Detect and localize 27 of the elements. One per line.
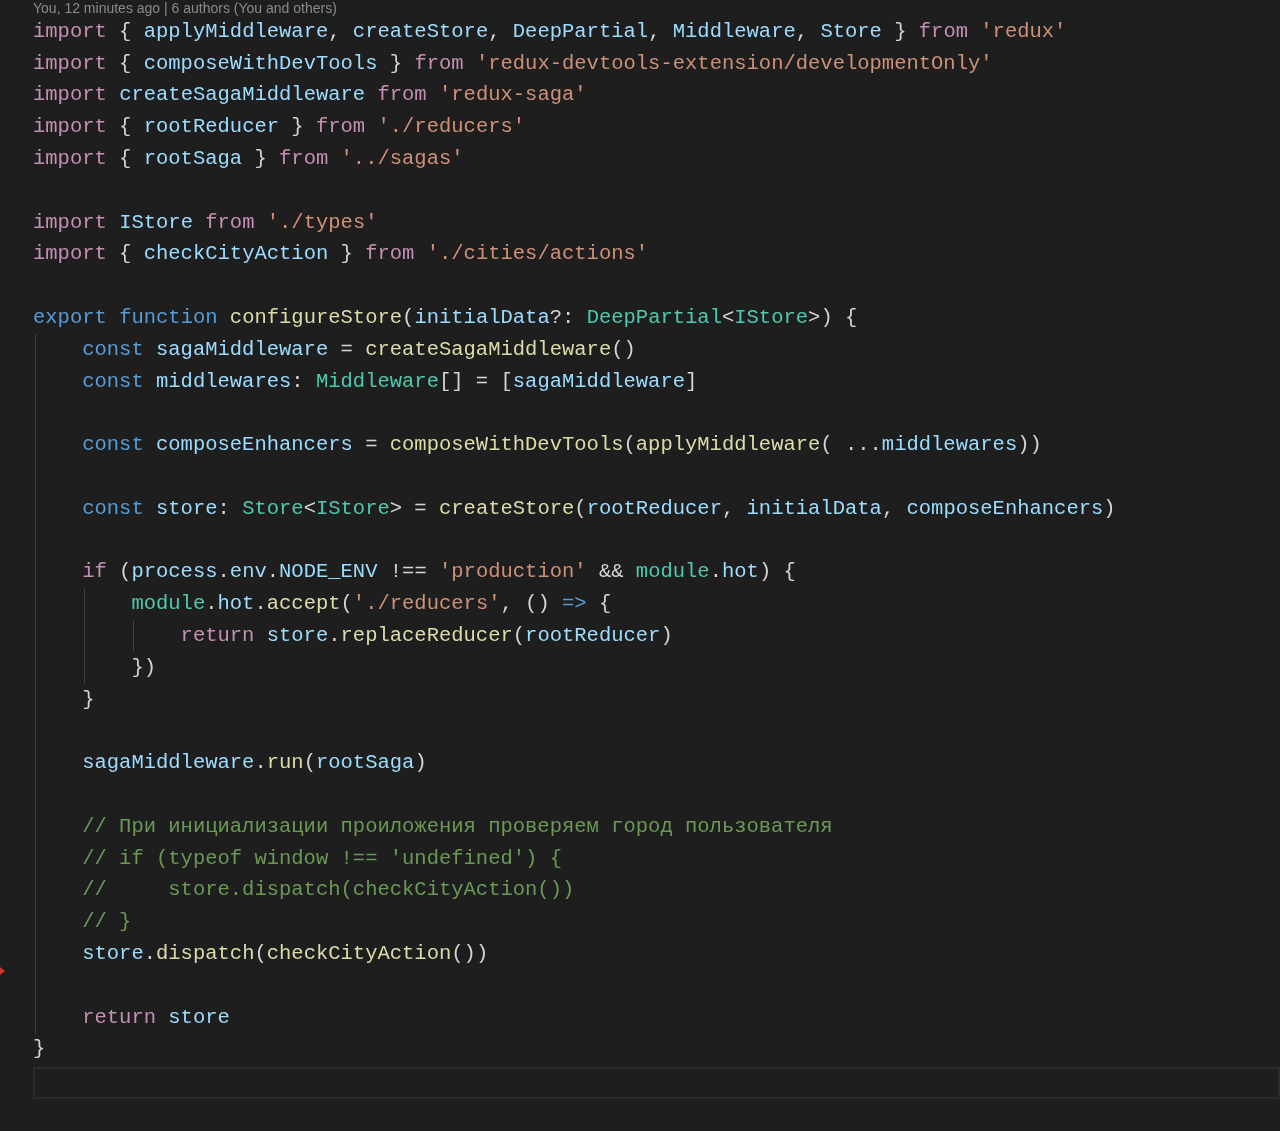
code-line: const composeEnhancers = composeWithDevTools(applyMiddleware( ...middlewares)) xyxy=(82,432,1042,459)
code-line: import { rootSaga } from '../sagas' xyxy=(33,146,464,173)
codelens-text[interactable]: You, 12 minutes ago | 6 authors (You and others) xyxy=(33,0,337,16)
code-line: // } xyxy=(82,909,132,936)
code-line: const middlewares: Middleware[] = [sagaMiddleware] xyxy=(82,368,698,395)
code-line: }) xyxy=(131,654,156,681)
code-line: import { composeWithDevTools } from 'redux-devtools-extension/developmentOnly' xyxy=(33,50,993,77)
code-line: sagaMiddleware.run(rootSaga) xyxy=(82,750,427,777)
code-line: import IStore from './types' xyxy=(33,209,378,236)
code-line: if (process.env.NODE_ENV !== 'production' && module.hot) { xyxy=(82,559,796,586)
code-line: module.hot.accept('./reducers', () => { xyxy=(131,591,612,618)
code-line: // if (typeof window !== 'undefined') { xyxy=(82,845,562,872)
code-line: const sagaMiddleware = createSagaMiddleware() xyxy=(82,336,636,363)
code-line: export function configureStore(initialData?: DeepPartial<IStore>) { xyxy=(33,305,858,332)
code-line: import { checkCityAction } from './cities/actions' xyxy=(33,241,649,268)
code-line: import createSagaMiddleware from 'redux-saga' xyxy=(33,82,587,109)
deleted-lines-marker-icon[interactable] xyxy=(0,966,5,975)
code-line: import { rootReducer } from './reducers' xyxy=(33,114,526,141)
code-line: // store.dispatch(checkCityAction()) xyxy=(82,877,575,904)
code-line: store.dispatch(checkCityAction()) xyxy=(82,941,489,967)
code-line: import { applyMiddleware, createStore, DeepPartial, Middleware, Store } from 'redux' xyxy=(33,18,1067,45)
code-line: return store xyxy=(82,1004,230,1031)
code-line: } xyxy=(82,686,95,713)
code-line: return store.replaceReducer(rootReducer) xyxy=(180,623,673,650)
code-line: const store: Store<IStore> = createStore(rootReducer, initialData, composeEnhancers) xyxy=(82,495,1116,522)
code-line: // При инициализации проиложения проверяем город пользователя xyxy=(82,813,833,840)
code-line: } xyxy=(33,1036,46,1063)
